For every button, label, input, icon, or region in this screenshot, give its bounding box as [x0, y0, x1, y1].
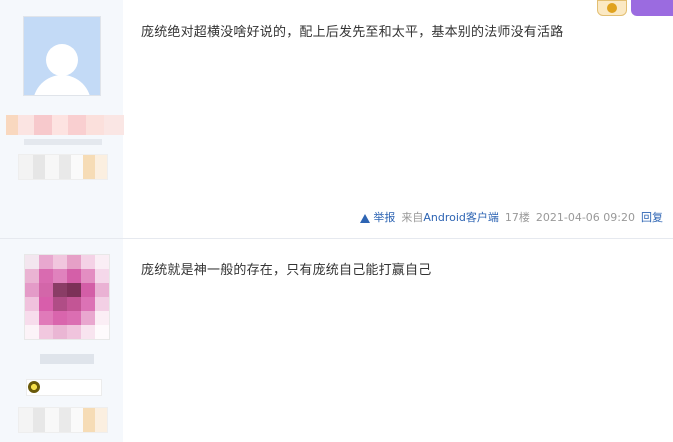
user-badges-blurred: [18, 407, 108, 433]
floor-number: 17楼: [504, 211, 530, 224]
user-info-column: [0, 239, 123, 442]
username-blurred[interactable]: [40, 354, 94, 364]
avatar[interactable]: [23, 16, 101, 96]
purple-badge-icon: [631, 0, 673, 16]
user-info-column: [0, 0, 124, 238]
source-prefix: 来自: [401, 211, 424, 224]
user-badges-blurred: [18, 154, 108, 180]
corner-badges: [595, 0, 673, 18]
default-avatar-icon: [46, 44, 78, 76]
user-title-blurred: [24, 139, 102, 145]
username-blurred[interactable]: [6, 115, 124, 135]
level-badge-icon: [28, 381, 40, 393]
source-link[interactable]: Android客户端: [423, 211, 499, 224]
post-content: 庞统绝对超横没啥好说的，配上后发先至和太平，基本别的法师没有活路: [141, 25, 564, 40]
reply-button[interactable]: 回复: [641, 211, 663, 225]
report-label: 举报: [373, 211, 396, 224]
post-footer: 举报 来自Android客户端 17楼 2021-04-06 09:20 回复: [360, 211, 663, 225]
gold-badge-icon: [597, 0, 627, 16]
avatar[interactable]: [24, 254, 110, 340]
post-content: 庞统就是神一般的存在，只有庞统自己能打赢自己: [141, 263, 432, 278]
post-time: 2021-04-06 09:20: [535, 211, 635, 224]
post-source: 来自Android客户端: [401, 211, 499, 225]
warning-triangle-icon: [360, 213, 371, 223]
report-link[interactable]: 举报: [360, 211, 395, 225]
default-avatar-body: [33, 75, 91, 95]
